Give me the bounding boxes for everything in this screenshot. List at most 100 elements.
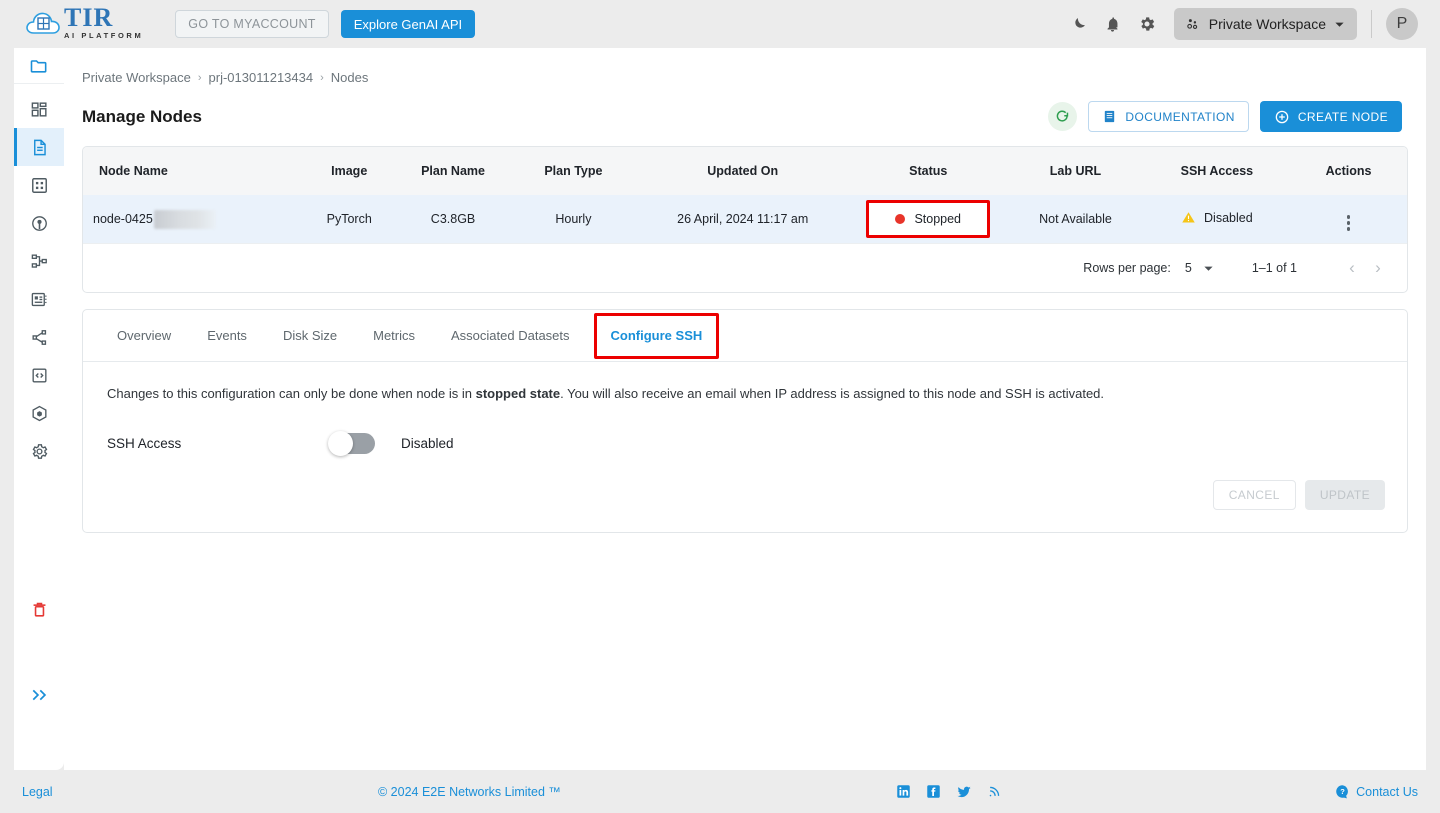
facebook-icon[interactable] [926, 784, 941, 799]
linkedin-icon[interactable] [896, 784, 911, 799]
left-sidebar [14, 48, 64, 770]
tir-logo[interactable]: TIR AI PLATFORM [24, 3, 144, 41]
explore-genai-api-button[interactable]: Explore GenAI API [340, 10, 476, 38]
pagination-next-button[interactable]: › [1365, 258, 1391, 278]
cell-status: Stopped [849, 195, 1007, 243]
ssh-access-toggle[interactable] [328, 431, 375, 456]
sidebar-item-api-tokens[interactable] [14, 356, 64, 394]
top-header: TIR AI PLATFORM GO TO MYACCOUNT Explore … [0, 0, 1440, 48]
trash-icon [33, 602, 45, 617]
tab-configure-ssh[interactable]: Configure SSH [593, 312, 720, 359]
sidebar-item-nodes[interactable] [14, 128, 64, 166]
tab-events[interactable]: Events [189, 310, 265, 362]
sidebar-item-model-endpoints[interactable] [14, 204, 64, 242]
ssh-access-label: Disabled [1204, 210, 1253, 225]
main-content: Private Workspace › prj-013011213434 › N… [64, 48, 1426, 770]
column-header-actions: Actions [1325, 164, 1372, 178]
documentation-button[interactable]: DOCUMENTATION [1088, 101, 1249, 132]
container-registry-icon [31, 405, 47, 421]
create-node-button[interactable]: CREATE NODE [1259, 101, 1402, 132]
sidebar-item-dashboard[interactable] [14, 90, 64, 128]
column-header-status: Status [909, 164, 948, 178]
sidebar-item-projects[interactable] [14, 48, 64, 84]
column-header-plan-type: Plan Type [544, 164, 603, 178]
document-icon [1105, 110, 1115, 123]
rows-per-page-value: 5 [1184, 261, 1192, 275]
copyright-text: © 2024 E2E Networks Limited ™ [378, 784, 561, 799]
legal-link[interactable]: Legal [22, 785, 53, 799]
node-details-card: Overview Events Disk Size Metrics Associ… [82, 309, 1408, 533]
tab-bar: Overview Events Disk Size Metrics Associ… [83, 310, 1407, 362]
sidebar-item-settings[interactable] [14, 432, 64, 470]
logo-subtitle: AI PLATFORM [64, 31, 144, 40]
cloud-logo-icon [24, 9, 62, 39]
cell-lab-url: Not Available [1039, 212, 1112, 226]
chevron-down-icon [1335, 22, 1344, 27]
note-bold: stopped state [475, 386, 561, 401]
cell-image: PyTorch [326, 212, 372, 226]
column-header-image: Image [331, 164, 368, 178]
settings-gear-icon[interactable] [1130, 7, 1164, 41]
cell-actions [1290, 195, 1407, 243]
configure-ssh-panel: Changes to this configuration can only b… [83, 362, 1407, 532]
code-clipboard-icon [31, 367, 47, 383]
status-badge-highlighted: Stopped [866, 200, 991, 238]
refresh-button[interactable] [1048, 102, 1078, 131]
pagination-prev-button[interactable]: ‹ [1339, 258, 1365, 278]
page-title-row: Manage Nodes DOCUMENTATION CREATE NODE [82, 101, 1402, 132]
sidebar-item-inference[interactable] [14, 166, 64, 204]
cell-updated-on: 26 April, 2024 11:17 am [677, 212, 809, 226]
logo-title: TIR [64, 3, 114, 32]
avatar[interactable]: P [1386, 8, 1418, 40]
column-header-lab-url: Lab URL [1049, 164, 1102, 178]
nodes-table: Node Name Image Plan Name Plan Type Upda… [83, 147, 1407, 243]
tab-overview[interactable]: Overview [99, 310, 189, 362]
rss-icon[interactable] [987, 784, 1002, 799]
tab-associated-datasets[interactable]: Associated Datasets [433, 310, 588, 362]
update-button[interactable]: UPDATE [1304, 480, 1385, 510]
sidebar-expand-button[interactable] [14, 688, 64, 702]
chevron-down-icon [1204, 266, 1213, 271]
dataset-icon [31, 292, 47, 306]
refresh-icon [1057, 110, 1069, 122]
workspace-icon [1187, 18, 1197, 29]
cell-plan-name: C3.8GB [430, 212, 476, 226]
tab-disk-size[interactable]: Disk Size [265, 310, 355, 362]
breadcrumb-item-workspace[interactable]: Private Workspace [82, 70, 191, 85]
sidebar-item-pipelines[interactable] [14, 242, 64, 280]
cell-ssh-access: Disabled [1144, 195, 1291, 243]
page-footer: Legal © 2024 E2E Networks Limited ™ ? Co… [0, 770, 1440, 813]
column-header-updated-on: Updated On [707, 164, 779, 178]
plus-circle-icon [1275, 110, 1289, 123]
sidebar-item-trash[interactable] [14, 600, 64, 619]
workspace-label: Private Workspace [1208, 16, 1326, 32]
rows-per-page-select[interactable]: 5 [1185, 261, 1214, 275]
warning-triangle-icon [1182, 212, 1195, 223]
kebab-menu-icon[interactable] [1346, 215, 1351, 231]
page-title: Manage Nodes [82, 106, 202, 126]
twitter-icon[interactable] [956, 784, 972, 800]
sidebar-item-datasets[interactable] [14, 280, 64, 318]
go-to-myaccount-button[interactable]: GO TO MYACCOUNT [175, 10, 329, 38]
contact-us-link[interactable]: ? Contact Us [1335, 784, 1418, 799]
workspace-selector[interactable]: Private Workspace [1173, 8, 1357, 40]
dark-mode-icon[interactable] [1062, 7, 1096, 41]
redaction-block [153, 209, 216, 229]
sidebar-item-container-registry[interactable] [14, 394, 64, 432]
cell-plan-type: Hourly [555, 212, 592, 226]
sidebar-nav [14, 84, 64, 470]
cell-node-name: node-0425 [83, 195, 303, 243]
documentation-label: DOCUMENTATION [1125, 109, 1235, 124]
notifications-icon[interactable] [1096, 7, 1130, 41]
column-header-ssh-access: SSH Access [1180, 164, 1254, 178]
status-dot-icon [895, 214, 906, 224]
panel-action-buttons: CANCEL UPDATE [107, 480, 1385, 510]
sidebar-item-share[interactable] [14, 318, 64, 356]
table-row[interactable]: node-0425 PyTorch C3.8GB Hourly 26 April… [83, 195, 1407, 243]
tab-metrics[interactable]: Metrics [355, 310, 433, 362]
breadcrumb: Private Workspace › prj-013011213434 › N… [82, 70, 1426, 85]
pagination-range: 1–1 of 1 [1251, 261, 1297, 275]
cancel-button[interactable]: CANCEL [1212, 480, 1296, 510]
app-root: TIR AI PLATFORM GO TO MYACCOUNT Explore … [0, 0, 1440, 813]
breadcrumb-item-project[interactable]: prj-013011213434 [209, 70, 314, 85]
